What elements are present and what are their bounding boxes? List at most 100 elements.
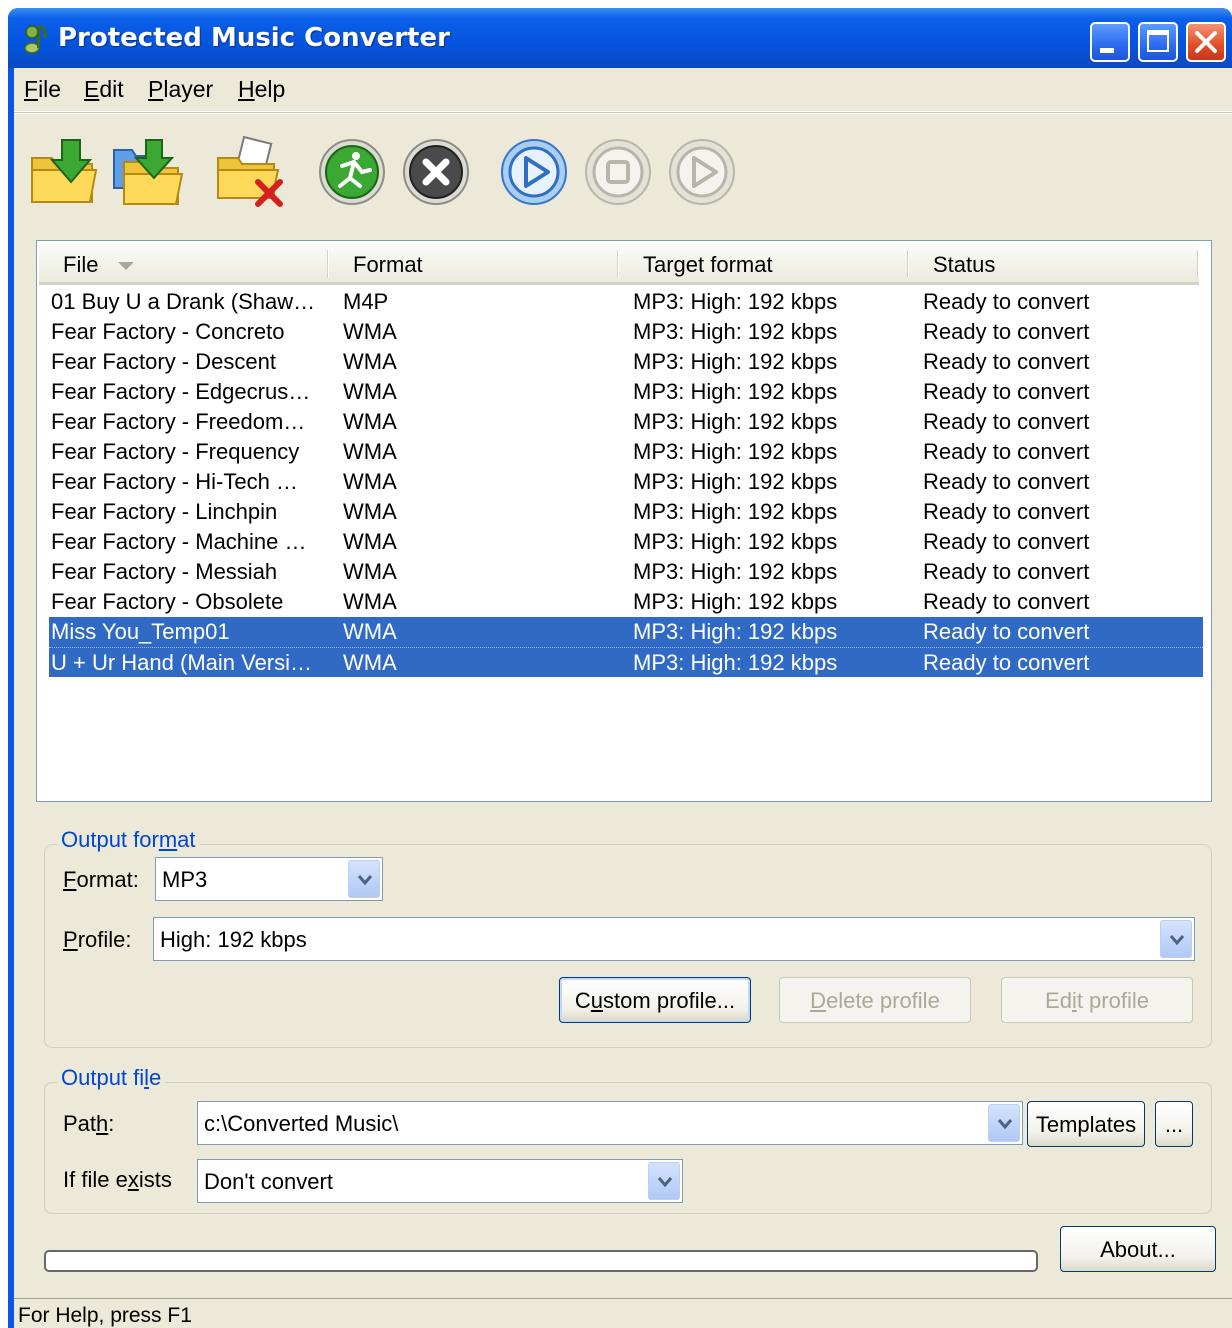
column-target-format[interactable]: Target format: [619, 243, 909, 283]
cell-status: Ready to convert: [923, 619, 1090, 644]
cell-format: WMA: [343, 469, 397, 494]
path-combo[interactable]: c:\Converted Music\: [197, 1101, 1023, 1145]
list-header: File Format Target format Status: [39, 243, 1199, 285]
next-icon[interactable]: [666, 136, 738, 208]
cell-status: Ready to convert: [923, 349, 1090, 374]
profile-combo[interactable]: High: 192 kbps: [153, 917, 1195, 961]
cell-target-format: MP3: High: 192 kbps: [633, 379, 838, 404]
cell-target-format: MP3: High: 192 kbps: [633, 349, 838, 374]
table-row[interactable]: Fear Factory - Machine … WMA MP3: High: 19…: [49, 527, 1203, 557]
table-row[interactable]: Fear Factory - Obsolete WMA MP3: High: 192…: [49, 587, 1203, 617]
output-format-group: Output format Format: MP3 Profile: High:…: [44, 827, 1212, 1048]
cell-format: WMA: [343, 559, 397, 584]
cell-status: Ready to convert: [923, 559, 1090, 584]
edit-profile-button[interactable]: Edit profile: [1001, 977, 1193, 1023]
templates-button[interactable]: Templates: [1027, 1101, 1145, 1147]
add-files-icon[interactable]: [28, 136, 100, 208]
path-dropdown-button[interactable]: [988, 1104, 1020, 1142]
chevron-down-icon: [357, 875, 373, 886]
table-row[interactable]: U + Ur Hand (Main Versi… WMA MP3: High: 19…: [49, 647, 1203, 677]
column-format[interactable]: Format: [329, 243, 619, 283]
output-file-title: Output file: [57, 1065, 166, 1091]
menu-file[interactable]: File: [24, 76, 61, 103]
cell-file: Fear Factory - Descent: [51, 349, 276, 374]
cell-file: U + Ur Hand (Main Versi…: [51, 650, 313, 675]
output-file-group: Output file Path: c:\Converted Music\ Te…: [44, 1065, 1212, 1214]
profile-dropdown-button[interactable]: [1160, 920, 1192, 958]
table-row[interactable]: Fear Factory - Freedom… WMA MP3: High: 192…: [49, 407, 1203, 437]
if-file-exists-label: If file exists: [63, 1167, 172, 1192]
title-bar[interactable]: Protected Music Converter: [8, 8, 1232, 68]
play-icon[interactable]: [498, 136, 570, 208]
cell-target-format: MP3: High: 192 kbps: [633, 589, 838, 614]
menu-player[interactable]: Player: [148, 76, 213, 103]
cell-file: Fear Factory - Frequency: [51, 439, 300, 464]
cell-status: Ready to convert: [923, 529, 1090, 554]
delete-profile-button[interactable]: Delete profile: [779, 977, 971, 1023]
close-icon: [1195, 31, 1217, 53]
path-label: Path:: [63, 1111, 115, 1136]
progress-bar: [44, 1250, 1038, 1272]
table-row[interactable]: Fear Factory - Messiah WMA MP3: High: 192 …: [49, 557, 1203, 587]
about-button[interactable]: About...: [1060, 1226, 1216, 1272]
table-row[interactable]: Fear Factory - Edgecrus… WMA MP3: High: 19…: [49, 377, 1203, 407]
column-file[interactable]: File: [39, 243, 329, 283]
menu-edit[interactable]: Edit: [84, 76, 124, 103]
close-button[interactable]: [1186, 22, 1226, 62]
file-list[interactable]: File Format Target format Status 01 Buy …: [36, 240, 1212, 802]
add-folder-icon[interactable]: [112, 136, 184, 208]
cell-format: WMA: [343, 409, 397, 434]
cell-target-format: MP3: High: 192 kbps: [633, 559, 838, 584]
format-combo[interactable]: MP3: [155, 857, 383, 901]
menu-bar: File Edit Player Help: [14, 68, 1232, 112]
minimize-button[interactable]: [1090, 22, 1130, 62]
cell-target-format: MP3: High: 192 kbps: [633, 529, 838, 554]
cell-status: Ready to convert: [923, 289, 1090, 314]
cell-status: Ready to convert: [923, 469, 1090, 494]
remove-files-icon[interactable]: [214, 136, 286, 208]
convert-icon[interactable]: [316, 136, 388, 208]
output-format-title: Output format: [57, 827, 200, 853]
maximize-button[interactable]: [1138, 22, 1178, 62]
table-row[interactable]: Fear Factory - Hi-Tech … WMA MP3: High: 19…: [49, 467, 1203, 497]
if-file-exists-combo[interactable]: Don't convert: [197, 1159, 683, 1203]
table-row[interactable]: Miss You_Temp01 WMA MP3: High: 192 kbps Rea…: [49, 617, 1203, 647]
cell-format: WMA: [343, 349, 397, 374]
table-row[interactable]: Fear Factory - Descent WMA MP3: High: 192 …: [49, 347, 1203, 377]
window-title: Protected Music Converter: [58, 23, 450, 53]
cell-status: Ready to convert: [923, 499, 1090, 524]
cell-file: Fear Factory - Messiah: [51, 559, 278, 584]
cell-target-format: MP3: High: 192 kbps: [633, 409, 838, 434]
cell-target-format: MP3: High: 192 kbps: [633, 619, 838, 644]
cell-format: M4P: [343, 289, 389, 314]
if-file-exists-dropdown-button[interactable]: [648, 1162, 680, 1200]
cell-file: 01 Buy U a Drank (Shaw…: [51, 289, 316, 314]
stop-convert-icon[interactable]: [400, 136, 472, 208]
column-status[interactable]: Status: [909, 243, 1199, 283]
cell-status: Ready to convert: [923, 379, 1090, 404]
custom-profile-button[interactable]: Custom profile...: [559, 977, 751, 1023]
status-text: For Help, press F1: [18, 1304, 192, 1327]
cell-file: Fear Factory - Machine …: [51, 529, 307, 554]
table-row[interactable]: Fear Factory - Concreto WMA MP3: High: 192…: [49, 317, 1203, 347]
cell-format: WMA: [343, 439, 397, 464]
menu-help[interactable]: Help: [238, 76, 285, 103]
cell-status: Ready to convert: [923, 650, 1090, 675]
cell-target-format: MP3: High: 192 kbps: [633, 289, 838, 314]
chevron-down-icon: [1169, 935, 1185, 946]
cell-format: WMA: [343, 619, 397, 644]
format-dropdown-button[interactable]: [348, 860, 380, 898]
cell-file: Fear Factory - Concreto: [51, 319, 285, 344]
cell-format: WMA: [343, 529, 397, 554]
cell-file: Fear Factory - Edgecrus…: [51, 379, 311, 404]
browse-button[interactable]: ...: [1155, 1101, 1193, 1147]
cell-file: Fear Factory - Hi-Tech …: [51, 469, 298, 494]
cell-target-format: MP3: High: 192 kbps: [633, 319, 838, 344]
table-row[interactable]: Fear Factory - Linchpin WMA MP3: High: 192…: [49, 497, 1203, 527]
table-row[interactable]: Fear Factory - Frequency WMA MP3: High: 19…: [49, 437, 1203, 467]
table-row[interactable]: 01 Buy U a Drank (Shaw… M4P MP3: High: 192…: [49, 287, 1203, 317]
stop-icon[interactable]: [582, 136, 654, 208]
cell-target-format: MP3: High: 192 kbps: [633, 439, 838, 464]
app-icon: [24, 24, 47, 54]
cell-status: Ready to convert: [923, 589, 1090, 614]
